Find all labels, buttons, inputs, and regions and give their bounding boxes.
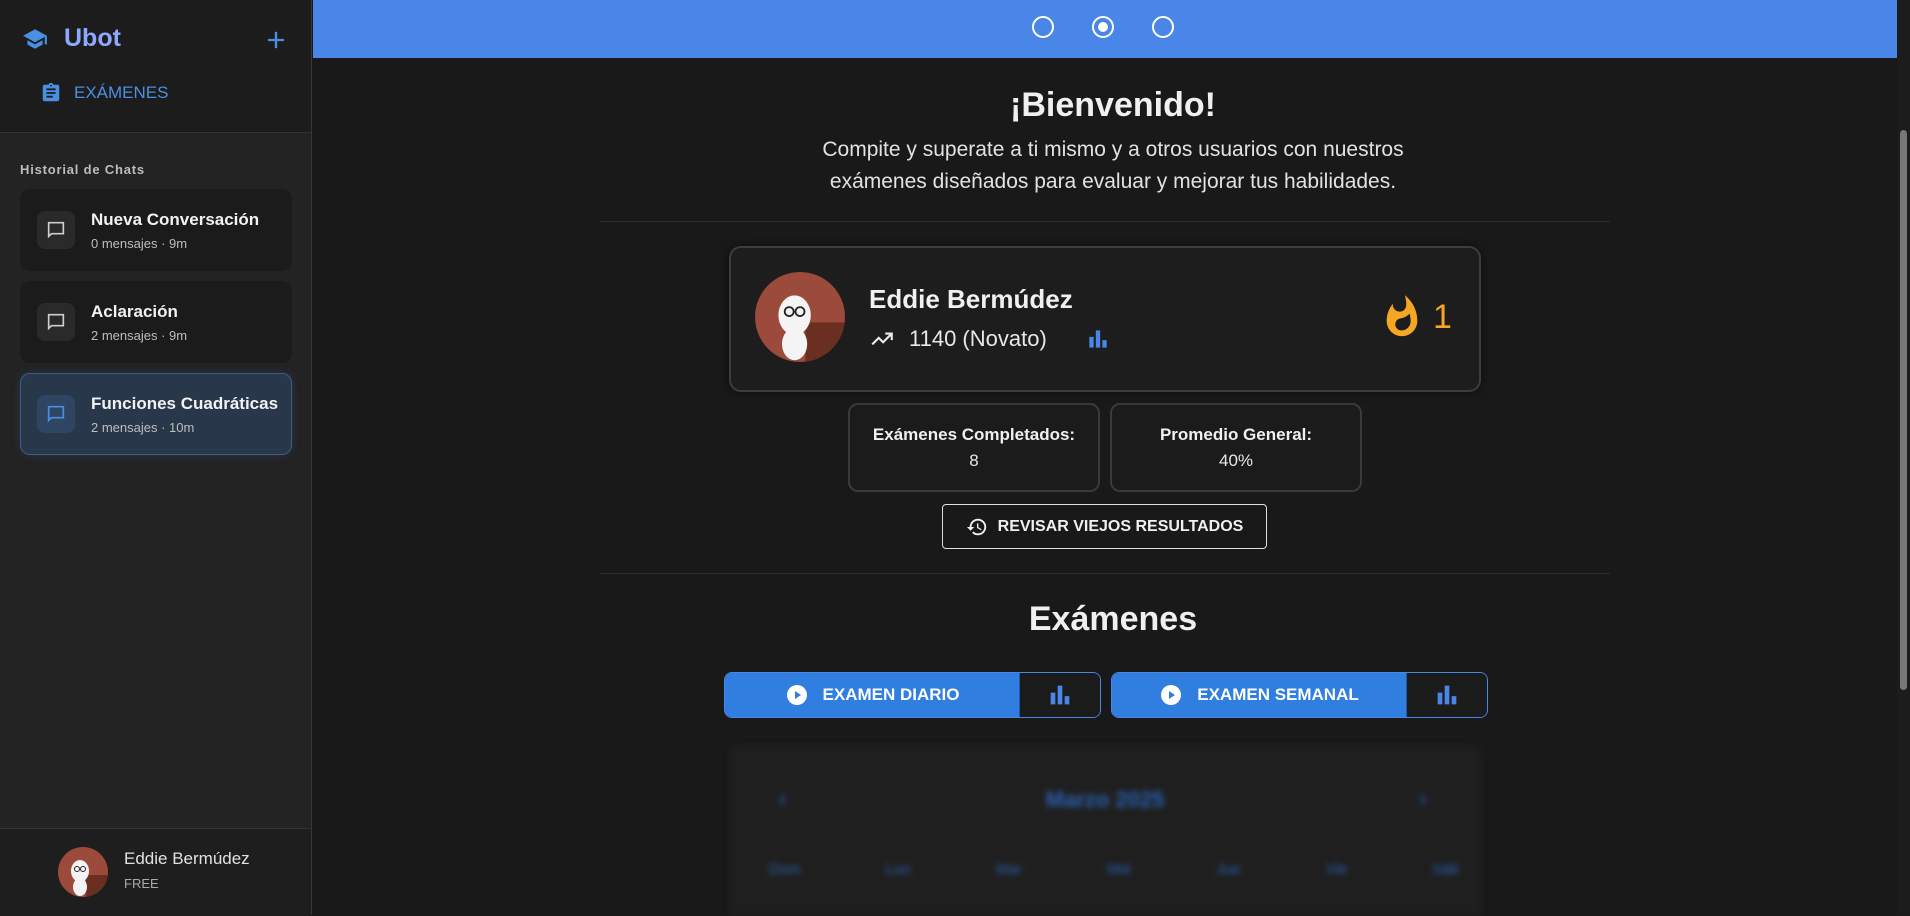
chat-title: Nueva Conversación <box>91 209 260 229</box>
user-name: Eddie Bermúdez <box>124 849 250 868</box>
graduation-cap-icon <box>23 28 47 49</box>
chat-text: Nueva Conversación 0 mensajes · 9m <box>91 210 259 251</box>
profile-rating: 1140 (Novato) <box>909 326 1047 351</box>
history-label: Historial de Chats <box>20 162 145 177</box>
streak-count: 1 <box>1433 297 1452 336</box>
weekday: Vie <box>1325 861 1348 878</box>
profile-card: Eddie Bermúdez 1140 (Novato) 1 <box>729 246 1481 392</box>
stat-exams-completed: Exámenes Completados: 8 <box>848 403 1100 492</box>
chat-item[interactable]: Nueva Conversación 0 mensajes · 9m <box>20 189 292 271</box>
chat-icon-box <box>37 211 75 249</box>
avatar-image <box>58 847 108 897</box>
calendar-blurred: ‹ Marzo 2025 › Dom Lun Mar Mié Jue Vie S… <box>729 745 1481 915</box>
chevron-right-icon: › <box>1419 785 1427 812</box>
profile-rating-row: 1140 (Novato) <box>869 326 1111 352</box>
sidebar-user[interactable]: Eddie Bermúdez FREE <box>0 828 311 916</box>
stat-average: Promedio General: 40% <box>1110 403 1362 492</box>
welcome-line-2: exámenes diseñados para evaluar y mejora… <box>829 170 1397 193</box>
carousel-dot-2[interactable] <box>1092 16 1114 38</box>
divider <box>600 573 1610 574</box>
review-results-label: REVISAR VIEJOS RESULTADOS <box>997 517 1244 535</box>
play-circle-icon <box>1161 685 1182 705</box>
divider <box>600 221 1610 222</box>
chat-icon-box <box>37 303 75 341</box>
weekday: Lun <box>885 861 911 878</box>
daily-exam-label: EXAMEN DIARIO <box>822 685 960 704</box>
bar-chart-icon[interactable] <box>1085 326 1111 352</box>
streak-badge: 1 <box>1379 292 1452 342</box>
weekly-exam-button[interactable]: EXAMEN SEMANAL <box>1112 673 1407 717</box>
chat-meta: 2 mensajes · 9m <box>91 327 188 343</box>
sidebar-header: Ubot EXÁMENES <box>0 0 311 133</box>
chat-bubble-icon <box>47 405 65 423</box>
stat-label: Exámenes Completados: <box>872 425 1076 444</box>
trending-up-icon <box>871 332 893 346</box>
profile-avatar <box>755 272 845 362</box>
daily-exam-stats-button[interactable] <box>1020 673 1100 717</box>
weekday: Jue <box>1216 861 1241 878</box>
welcome-line-1: Compite y superate a ti mismo y a otros … <box>822 138 1404 161</box>
clipboard-icon <box>42 82 60 102</box>
chat-text: Aclaración 2 mensajes · 9m <box>91 302 187 343</box>
sidebar: Ubot EXÁMENES Historial de Chats Nueva C… <box>0 0 312 916</box>
chat-meta: 2 mensajes · 10m <box>91 419 195 435</box>
weekday: Mié <box>1107 861 1132 878</box>
chat-bubble-icon <box>47 313 65 331</box>
fire-icon <box>1386 295 1418 337</box>
weekday: Dom <box>769 861 801 878</box>
weekday: Sáb <box>1432 861 1459 878</box>
bar-chart-icon <box>1437 685 1457 705</box>
sidebar-item-exams[interactable]: EXÁMENES <box>40 82 168 104</box>
calendar-weekdays: Dom Lun Mar Mié Jue Vie Sáb <box>769 861 1459 878</box>
weekday: Mar <box>996 861 1022 878</box>
weekly-exam-label: EXAMEN SEMANAL <box>1197 685 1359 704</box>
chat-item[interactable]: Aclaración 2 mensajes · 9m <box>20 281 292 363</box>
chat-icon-box <box>37 395 75 433</box>
history-icon <box>966 518 986 535</box>
daily-exam-group: EXAMEN DIARIO <box>724 672 1101 718</box>
chat-list: Nueva Conversación 0 mensajes · 9m Aclar… <box>20 189 292 465</box>
avatar-image <box>755 272 845 362</box>
review-results-button[interactable]: REVISAR VIEJOS RESULTADOS <box>942 504 1267 549</box>
chat-item-active[interactable]: Funciones Cuadráticas 2 mensajes · 10m <box>20 373 292 455</box>
new-chat-icon[interactable] <box>262 26 290 54</box>
chat-text: Funciones Cuadráticas 2 mensajes · 10m <box>91 394 278 435</box>
welcome-title: ¡Bienvenido! <box>1010 86 1216 124</box>
brand[interactable]: Ubot <box>20 24 121 53</box>
stat-value: 40% <box>1218 451 1254 470</box>
chat-meta: 0 mensajes · 9m <box>91 235 188 251</box>
brand-name: Ubot <box>64 24 121 52</box>
chat-title: Funciones Cuadráticas <box>91 393 279 413</box>
stat-label: Promedio General: <box>1159 425 1313 444</box>
bar-chart-icon <box>1050 685 1070 705</box>
chat-title: Aclaración <box>91 301 178 321</box>
profile-name: Eddie Bermúdez <box>869 284 1073 314</box>
weekly-exam-group: EXAMEN SEMANAL <box>1111 672 1488 718</box>
weekly-exam-stats-button[interactable] <box>1407 673 1487 717</box>
user-plan: FREE <box>124 876 159 891</box>
calendar-month: Marzo 2025 <box>1045 787 1165 812</box>
play-circle-icon <box>786 685 807 705</box>
sidebar-item-label: EXÁMENES <box>74 83 169 102</box>
chat-bubble-icon <box>47 221 65 239</box>
avatar <box>58 847 108 897</box>
daily-exam-button[interactable]: EXAMEN DIARIO <box>725 673 1020 717</box>
exams-title: Exámenes <box>1028 600 1198 638</box>
welcome-subtitle: Compite y superate a ti mismo y a otros … <box>613 134 1613 198</box>
carousel-bar <box>313 0 1897 58</box>
carousel-dot-3[interactable] <box>1152 16 1174 38</box>
carousel-dot-1[interactable] <box>1032 16 1054 38</box>
stat-value: 8 <box>969 451 979 470</box>
scrollbar-thumb[interactable] <box>1900 130 1907 690</box>
